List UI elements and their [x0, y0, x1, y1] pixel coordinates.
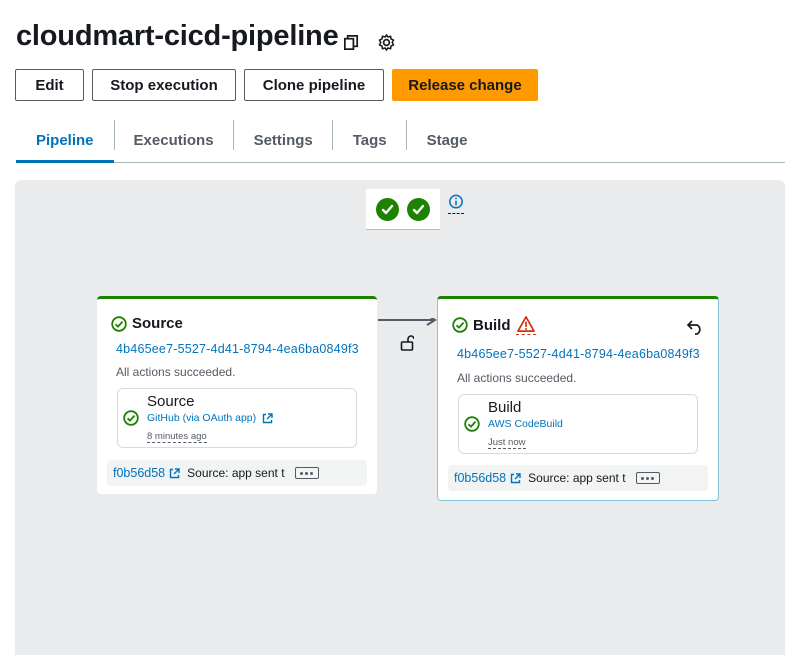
tab-stage[interactable]: Stage: [407, 118, 488, 162]
action-timestamp: Just now: [488, 437, 526, 449]
title-icons: [342, 33, 396, 52]
stage-header: Source: [111, 315, 183, 332]
stop-execution-button[interactable]: Stop execution: [92, 69, 236, 101]
success-check-icon: [452, 317, 468, 333]
action-card: Build AWS CodeBuild Just now: [458, 394, 698, 454]
pipeline-status-summary: [366, 189, 440, 230]
tab-settings[interactable]: Settings: [234, 118, 333, 162]
warning-icon[interactable]: [515, 315, 536, 335]
success-check-icon: [464, 416, 480, 432]
stage-status-message: All actions succeeded.: [116, 365, 236, 379]
stage-name: Build: [473, 316, 511, 334]
more-options-button[interactable]: [294, 467, 319, 479]
action-name: Source: [147, 393, 195, 410]
action-card: Source GitHub (via OAuth app) 8 minutes …: [117, 388, 357, 448]
info-icon[interactable]: [448, 194, 464, 214]
success-check-icon: [123, 410, 139, 426]
stage-header: Build: [452, 315, 536, 335]
tab-bar: Pipeline Executions Settings Tags Stage: [16, 118, 785, 163]
tab-pipeline[interactable]: Pipeline: [16, 118, 114, 163]
action-provider-link[interactable]: GitHub (via OAuth app): [147, 412, 273, 424]
success-check-icon: [376, 197, 399, 221]
unlock-icon[interactable]: [400, 335, 414, 351]
stage-build: Build 4b465ee7-5527-4d41-8794-4ea6ba0849…: [437, 296, 719, 501]
external-link-icon: [262, 412, 273, 423]
clone-pipeline-button[interactable]: Clone pipeline: [244, 69, 384, 101]
transition-arrow-icon: [378, 318, 437, 326]
commit-hash-link[interactable]: f0b56d58: [454, 471, 506, 485]
copy-icon[interactable]: [342, 33, 361, 52]
success-check-icon: [111, 315, 127, 332]
success-check-icon: [407, 197, 430, 221]
page-title: cloudmart-cicd-pipeline: [16, 20, 339, 52]
edit-button[interactable]: Edit: [15, 69, 84, 101]
more-options-button[interactable]: [635, 472, 660, 484]
stage-status-message: All actions succeeded.: [457, 371, 577, 385]
action-provider-link[interactable]: AWS CodeBuild: [488, 418, 563, 430]
tab-executions[interactable]: Executions: [113, 118, 234, 162]
source-revision: f0b56d58 Source: app sent t: [107, 460, 367, 486]
execution-id-link[interactable]: 4b465ee7-5527-4d41-8794-4ea6ba0849f3: [116, 342, 359, 356]
external-link-icon[interactable]: [169, 467, 180, 479]
execution-id-link[interactable]: 4b465ee7-5527-4d41-8794-4ea6ba0849f3: [457, 347, 700, 361]
stage-name: Source: [132, 315, 183, 332]
release-change-button[interactable]: Release change: [392, 69, 538, 101]
stage-source: Source 4b465ee7-5527-4d41-8794-4ea6ba084…: [97, 296, 377, 494]
source-revision: f0b56d58 Source: app sent t: [448, 465, 708, 491]
action-name: Build: [488, 399, 522, 416]
action-timestamp: 8 minutes ago: [147, 431, 207, 443]
commit-message: Source: app sent t: [187, 466, 285, 480]
commit-message: Source: app sent t: [528, 471, 626, 485]
commit-hash-link[interactable]: f0b56d58: [113, 466, 165, 480]
tab-tags[interactable]: Tags: [333, 118, 407, 162]
retry-icon[interactable]: [686, 319, 704, 335]
action-buttons: Edit Stop execution Clone pipeline Relea…: [15, 69, 538, 101]
external-link-icon[interactable]: [510, 472, 521, 484]
gear-icon[interactable]: [377, 33, 396, 52]
